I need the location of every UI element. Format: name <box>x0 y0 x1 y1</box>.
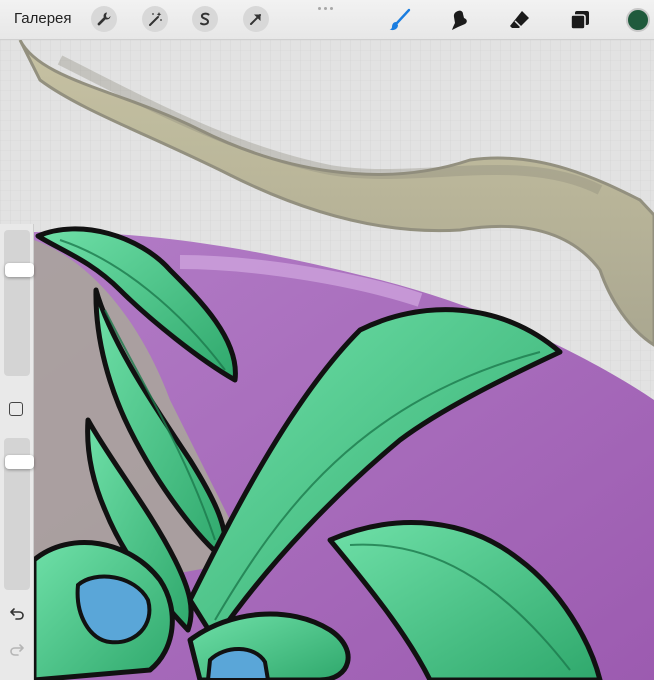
opacity-thumb[interactable] <box>5 455 34 469</box>
drawing-canvas[interactable] <box>0 0 654 680</box>
top-toolbar: Галерея <box>0 0 654 40</box>
smudge-tool-button[interactable] <box>446 6 474 34</box>
side-bar <box>0 224 34 680</box>
modify-button[interactable] <box>9 402 23 416</box>
selection-s-icon <box>200 12 210 26</box>
redo-button[interactable] <box>6 640 28 658</box>
magic-wand-icon <box>149 12 162 26</box>
toolbar-grabber[interactable] <box>318 7 333 10</box>
brush-tool-button[interactable] <box>386 6 414 34</box>
brush-icon <box>389 8 411 31</box>
eraser-icon <box>510 11 529 28</box>
arrow-icon <box>250 14 261 25</box>
wrench-icon <box>97 12 111 26</box>
grabber-dot <box>330 7 333 10</box>
actions-button[interactable] <box>91 6 117 32</box>
undo-button[interactable] <box>6 604 28 622</box>
color-swatch[interactable] <box>626 8 650 32</box>
layers-button[interactable] <box>566 6 594 34</box>
selection-button[interactable] <box>192 6 218 32</box>
redo-icon <box>10 644 24 656</box>
opacity-slider[interactable] <box>4 438 34 590</box>
gallery-button[interactable]: Галерея <box>14 10 72 27</box>
transform-button[interactable] <box>243 6 269 32</box>
layers-icon <box>570 11 589 30</box>
undo-icon <box>10 608 24 620</box>
grabber-dot <box>318 7 321 10</box>
eraser-tool-button[interactable] <box>506 6 534 34</box>
brush-size-slider[interactable] <box>4 230 34 376</box>
procreate-app: Галерея <box>0 0 654 680</box>
adjustments-button[interactable] <box>142 6 168 32</box>
smudge-icon <box>452 10 467 30</box>
blue-drop-bottom <box>205 647 271 680</box>
grabber-dot <box>324 7 327 10</box>
brush-size-thumb[interactable] <box>5 263 34 277</box>
